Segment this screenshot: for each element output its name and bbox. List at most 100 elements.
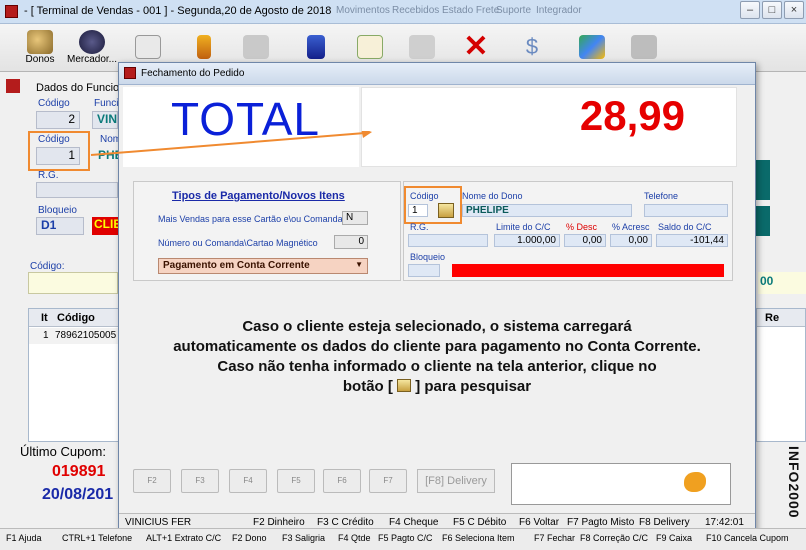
donos-button[interactable]: Donos bbox=[20, 27, 60, 67]
status-f5[interactable]: F5 C Débito bbox=[453, 517, 506, 528]
bottom-ctrl1[interactable]: CTRL+1 Telefone bbox=[62, 533, 132, 543]
yarn-ball-icon bbox=[79, 29, 105, 54]
saldo-cc-label: Saldo do C/C bbox=[658, 222, 712, 232]
acresc-field[interactable]: 0,00 bbox=[610, 234, 652, 247]
f5-key-label: F5 bbox=[291, 476, 301, 485]
bloqueio-status-bar bbox=[452, 264, 724, 277]
f3-key-label: F3 bbox=[195, 476, 205, 485]
mercadorias-label: Mercador... bbox=[66, 53, 118, 65]
client-rg-field[interactable] bbox=[408, 234, 488, 247]
codigo-input-label: Código: bbox=[30, 261, 65, 272]
acresc-label: % Acresc bbox=[612, 222, 650, 232]
donos-label: Donos bbox=[25, 53, 55, 65]
status-f7[interactable]: F7 Pagto Misto bbox=[567, 517, 634, 528]
bottom-f10[interactable]: F10 Cancela Cupom bbox=[706, 533, 789, 543]
pet-button[interactable] bbox=[128, 27, 168, 67]
codigo-label: Código bbox=[38, 98, 70, 109]
bottom-f3[interactable]: F3 Saligria bbox=[282, 533, 325, 543]
status-f8[interactable]: F8 Delivery bbox=[639, 517, 690, 528]
user-button[interactable] bbox=[296, 27, 336, 67]
menu-movimentos[interactable]: Movimentos bbox=[336, 5, 390, 16]
bottom-f5[interactable]: F5 Pagto C/C bbox=[378, 533, 433, 543]
client-nome-field[interactable]: PHELIPE bbox=[462, 204, 632, 217]
status-user: VINICIUS FER bbox=[125, 517, 192, 528]
close-button[interactable]: × bbox=[784, 1, 804, 19]
status-f2[interactable]: F2 Dinheiro bbox=[253, 517, 305, 528]
saldo-cc-field[interactable]: -101,44 bbox=[656, 234, 728, 247]
bottom-f9[interactable]: F9 Caixa bbox=[656, 533, 692, 543]
bloqueio-field[interactable]: D1 bbox=[36, 217, 84, 235]
info-button[interactable] bbox=[184, 27, 224, 67]
maps-button[interactable] bbox=[572, 27, 612, 67]
limite-cc-field[interactable]: 1.000,00 bbox=[494, 234, 560, 247]
right-input-value: 00 bbox=[760, 274, 774, 288]
minimize-button[interactable]: – bbox=[740, 1, 760, 19]
payment-type-select[interactable]: Pagamento em Conta Corrente ▼ bbox=[158, 258, 368, 274]
mais-vendas-field[interactable]: N bbox=[342, 211, 368, 225]
f8-delivery-button[interactable]: [F8] Delivery bbox=[417, 469, 495, 493]
desc-field[interactable]: 0,00 bbox=[564, 234, 606, 247]
chevron-down-icon: ▼ bbox=[355, 260, 363, 269]
rg-field[interactable] bbox=[36, 182, 118, 198]
f7-pagto-misto-button[interactable]: F7 bbox=[369, 469, 407, 493]
status-f3[interactable]: F3 C Crédito bbox=[317, 517, 374, 528]
menu-integrador[interactable]: Integrador bbox=[536, 5, 582, 16]
status-f6[interactable]: F6 Voltar bbox=[519, 517, 559, 528]
disabled-tool-button[interactable] bbox=[236, 27, 276, 67]
dialog-title: Fechamento do Pedido bbox=[141, 68, 245, 79]
numero-comanda-field[interactable]: 0 bbox=[334, 235, 368, 249]
bottom-f7[interactable]: F7 Fechar bbox=[534, 533, 575, 543]
status-f4[interactable]: F4 Cheque bbox=[389, 517, 438, 528]
dialog-titlebar: Fechamento do Pedido bbox=[119, 63, 755, 85]
dollar-icon: $ bbox=[525, 34, 539, 59]
cancel-tool-button[interactable]: ✕ bbox=[456, 27, 496, 67]
client-panel: Código 1 Nome do Dono PHELIPE Telefone R… bbox=[403, 181, 733, 281]
f2-dinheiro-button[interactable]: F2 bbox=[133, 469, 171, 493]
bloqueio-label: Bloqueio bbox=[38, 205, 77, 216]
maximize-button[interactable]: □ bbox=[762, 1, 782, 19]
bottom-f6[interactable]: F6 Seleciona Item bbox=[442, 533, 515, 543]
mercadorias-button[interactable]: Mercador... bbox=[66, 27, 118, 67]
menu-estado-frete[interactable]: Estado Frete bbox=[442, 5, 499, 16]
window-title: - [ Terminal de Vendas - 001 ] - Segunda… bbox=[24, 5, 332, 17]
ultimo-cupom-label: Último Cupom: bbox=[20, 444, 106, 459]
annotation-box-search bbox=[404, 186, 462, 224]
f3-credito-button[interactable]: F3 bbox=[181, 469, 219, 493]
bottom-f8[interactable]: F8 Correção C/C bbox=[580, 533, 648, 543]
exit-button[interactable] bbox=[624, 27, 664, 67]
menu-recebidos[interactable]: Recebidos bbox=[392, 5, 439, 16]
exit-door-icon bbox=[631, 35, 657, 59]
cat-icon bbox=[684, 472, 706, 492]
status-time: 17:42:01 bbox=[705, 517, 744, 528]
bottom-f4[interactable]: F4 Qtde bbox=[338, 533, 371, 543]
ultimo-cupom-number: 019891 bbox=[52, 463, 106, 480]
payment-panel: Tipos de Pagamento/Novos Itens Mais Vend… bbox=[133, 181, 401, 281]
funcionario-field[interactable]: VIN bbox=[92, 111, 118, 129]
menu-suporte[interactable]: Suporte bbox=[496, 5, 531, 16]
tools-button[interactable] bbox=[402, 27, 442, 67]
funcionario-section-label: Dados do Funcion bbox=[36, 82, 126, 94]
mais-vendas-label: Mais Vendas para esse Cartão e\ou Comand… bbox=[158, 214, 351, 224]
money-button[interactable]: $ bbox=[512, 27, 552, 67]
bottom-alt1[interactable]: ALT+1 Extrato C/C bbox=[146, 533, 221, 543]
app-icon[interactable] bbox=[5, 5, 18, 18]
bottom-f2[interactable]: F2 Dono bbox=[232, 533, 267, 543]
codigo-input[interactable] bbox=[28, 272, 118, 294]
disabled-tool-icon bbox=[243, 35, 269, 59]
client-bloqueio-field[interactable] bbox=[408, 264, 440, 277]
codigo-field[interactable]: 2 bbox=[36, 111, 80, 129]
right-accent-2 bbox=[756, 206, 770, 236]
user-icon bbox=[307, 35, 325, 59]
f4-key-label: F4 bbox=[243, 476, 253, 485]
annotation-arrowhead bbox=[361, 131, 372, 138]
f6-voltar-button[interactable]: F6 bbox=[323, 469, 361, 493]
window-titlebar: - [ Terminal de Vendas - 001 ] - Segunda… bbox=[0, 0, 806, 24]
f4-cheque-button[interactable]: F4 bbox=[229, 469, 267, 493]
annotation-box-codigo bbox=[28, 131, 90, 171]
bottom-f1[interactable]: F1 Ajuda bbox=[6, 533, 42, 543]
f5-debito-button[interactable]: F5 bbox=[277, 469, 315, 493]
client-telefone-field[interactable] bbox=[644, 204, 728, 217]
info-message-pre: botão [ bbox=[342, 378, 393, 395]
notes-button[interactable] bbox=[350, 27, 390, 67]
items-header-re: Re bbox=[765, 312, 780, 324]
